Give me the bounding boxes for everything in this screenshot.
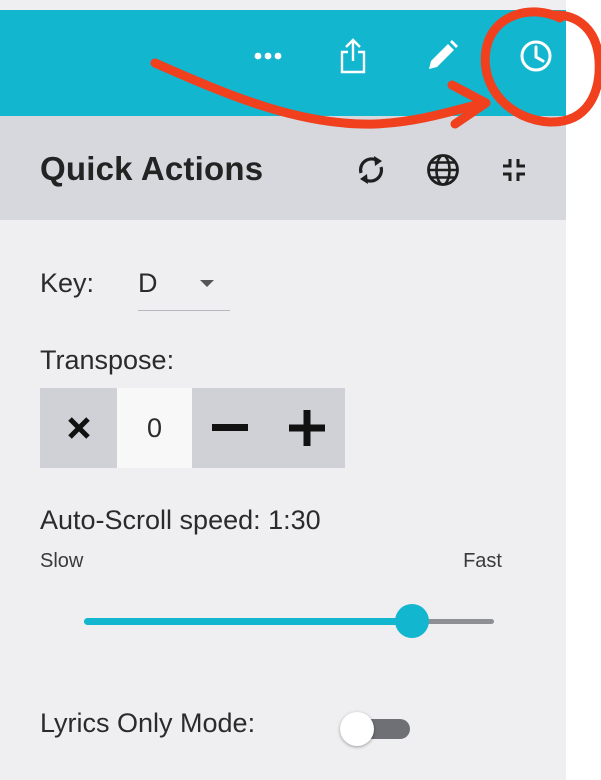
- auto-scroll-label: Auto-Scroll speed: 1:30: [40, 505, 321, 535]
- toggle-knob: [340, 712, 374, 746]
- edit-button[interactable]: [422, 36, 462, 76]
- collapse-button[interactable]: [494, 150, 534, 190]
- panel-title: Quick Actions: [40, 150, 264, 187]
- chevron-down-icon: [200, 280, 214, 287]
- slider-min-label: Slow: [40, 550, 84, 572]
- transpose-label: Transpose:: [40, 345, 175, 375]
- slider-max-label: Fast: [463, 550, 502, 572]
- collapse-icon: [503, 159, 525, 181]
- close-icon: [67, 417, 90, 439]
- slider-fill: [84, 618, 412, 625]
- transpose-stepper: 0: [40, 388, 345, 468]
- refresh-button[interactable]: [351, 150, 391, 190]
- transpose-value: 0: [117, 388, 192, 468]
- lyrics-only-toggle[interactable]: [340, 712, 412, 746]
- more-button[interactable]: [248, 36, 288, 76]
- auto-scroll-slider[interactable]: [84, 604, 494, 640]
- refresh-icon: [358, 156, 384, 184]
- slider-thumb[interactable]: [395, 604, 429, 638]
- globe-icon: [427, 154, 459, 186]
- transpose-reset-button[interactable]: [40, 388, 117, 468]
- pencil-icon: [429, 40, 458, 69]
- share-button[interactable]: [333, 36, 373, 76]
- key-dropdown[interactable]: D: [138, 262, 230, 311]
- clock-icon: [520, 40, 552, 72]
- transpose-decrement-button[interactable]: [192, 388, 268, 468]
- plus-icon: [288, 410, 325, 446]
- screenshot-frame: Quick Actions Key: D Transpose: 0 Auto-S…: [0, 0, 601, 780]
- language-button[interactable]: [423, 150, 463, 190]
- quick-actions-panel: Quick Actions Key: D Transpose: 0 Auto-S…: [0, 0, 566, 780]
- minus-icon: [212, 424, 248, 431]
- share-icon: [340, 38, 366, 74]
- more-horizontal-icon: [254, 52, 282, 60]
- transpose-increment-button[interactable]: [268, 388, 345, 468]
- lyrics-only-label: Lyrics Only Mode:: [40, 708, 256, 738]
- key-value: D: [138, 268, 158, 298]
- history-button[interactable]: [516, 36, 556, 76]
- key-label: Key:: [40, 268, 95, 298]
